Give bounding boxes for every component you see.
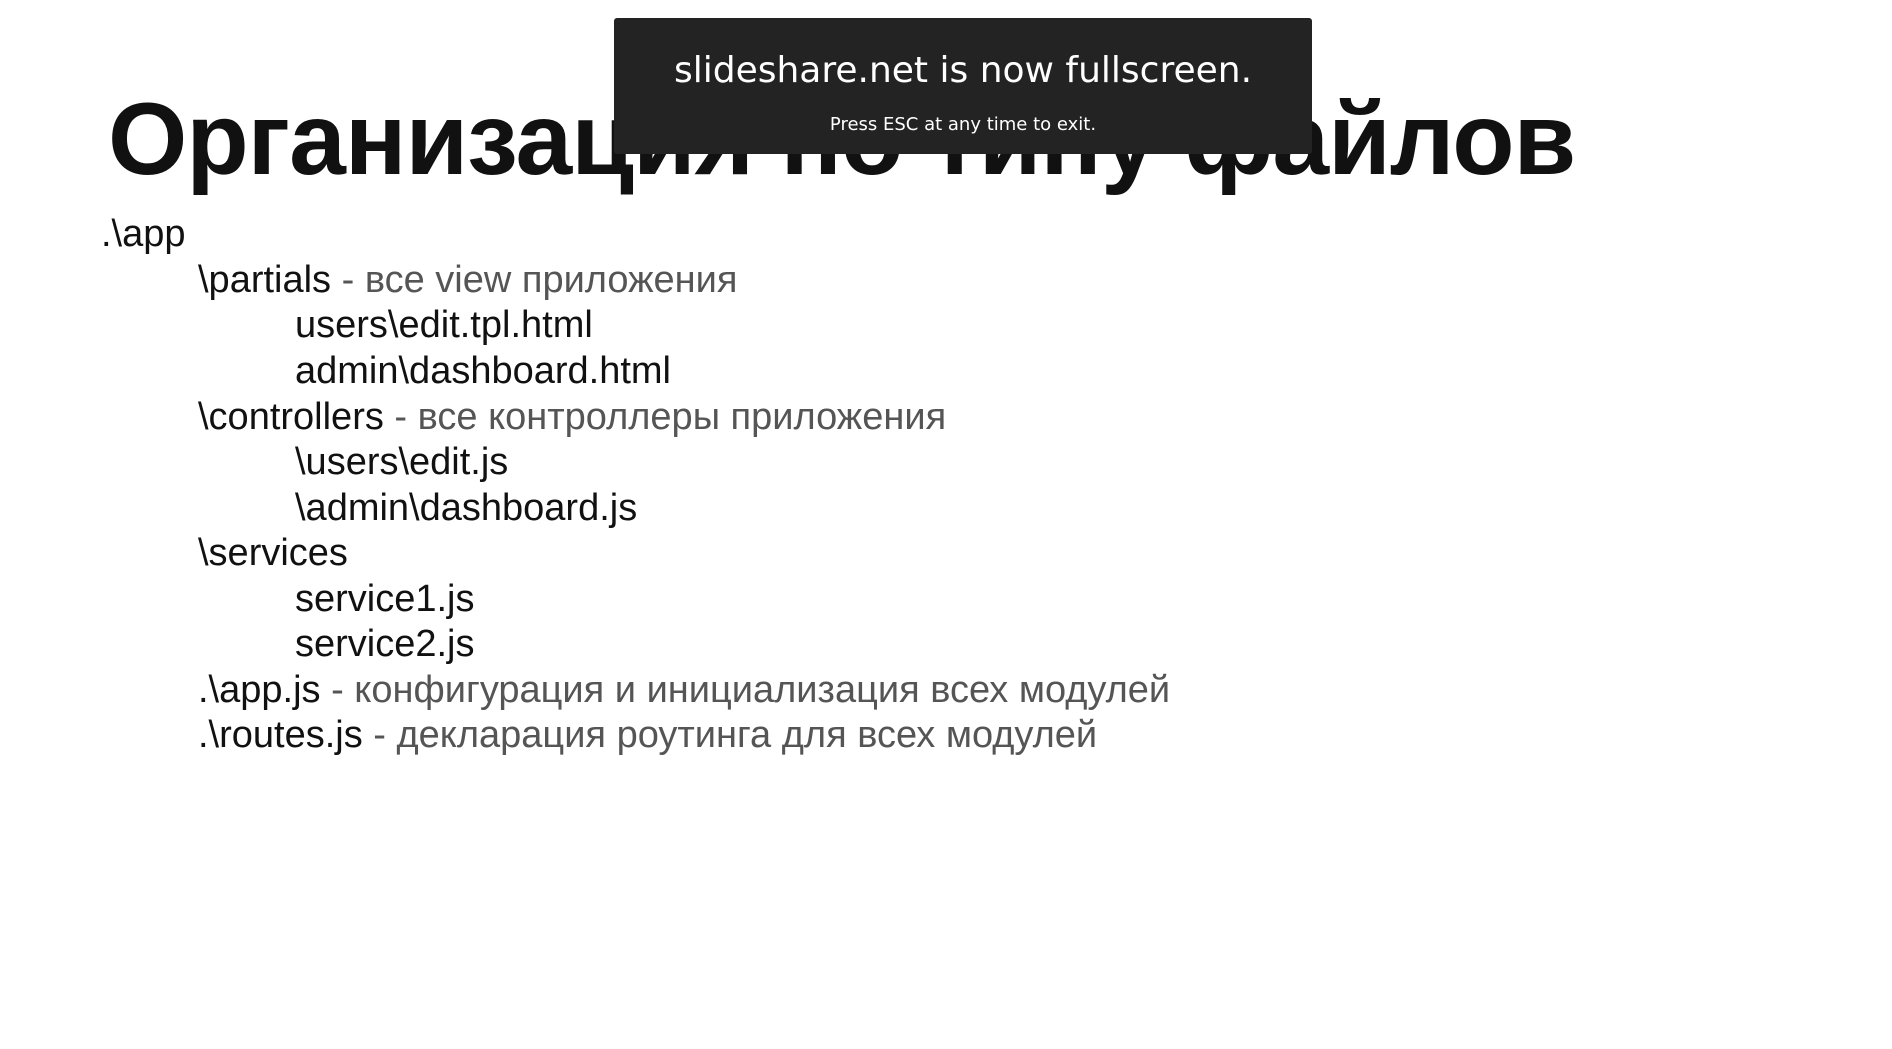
tree-line-app-js: .\app.js - конфигурация и инициализация …	[198, 668, 1170, 712]
tree-path: \admin\dashboard.js	[295, 487, 638, 529]
tree-description: - декларация роутинга для всех модулей	[362, 714, 1098, 756]
tree-line-app: .\app	[101, 212, 186, 256]
tree-path: service1.js	[295, 578, 475, 620]
tree-description: - все view приложения	[331, 259, 738, 301]
tree-path: \controllers	[198, 396, 395, 438]
tree-line-service1: service1.js	[295, 577, 475, 621]
tree-path: .\app	[101, 213, 186, 255]
fullscreen-notice: slideshare.net is now fullscreen. Press …	[614, 18, 1312, 154]
tree-line-service2: service2.js	[295, 622, 475, 666]
tree-line-partials: \partials - все view приложения	[198, 258, 737, 302]
tree-line-admin-dashboard-js: \admin\dashboard.js	[295, 486, 637, 530]
tree-line-users-edit-js: \users\edit.js	[295, 440, 508, 484]
tree-line-admin-dashboard-html: admin\dashboard.html	[295, 349, 671, 393]
slide: Организация по типу файлов .\app \partia…	[0, 0, 1892, 1049]
tree-line-users-edit-tpl: users\edit.tpl.html	[295, 303, 593, 347]
tree-path: .\app.js	[198, 669, 321, 711]
tree-path: service2.js	[295, 623, 475, 665]
tree-path: \partials	[198, 259, 332, 301]
fullscreen-notice-title: slideshare.net is now fullscreen.	[673, 50, 1253, 91]
tree-path: \services	[198, 532, 348, 574]
tree-description: - все контроллеры приложения	[394, 396, 947, 438]
tree-path: users\edit.tpl.html	[295, 304, 593, 346]
tree-path: admin\dashboard.html	[295, 350, 671, 392]
tree-path: .\routes.js	[198, 714, 363, 756]
tree-description: - конфигурация и инициализация всех моду…	[320, 669, 1171, 711]
tree-line-services: \services	[198, 531, 348, 575]
tree-line-routes-js: .\routes.js - декларация роутинга для вс…	[198, 713, 1097, 757]
tree-line-controllers: \controllers - все контроллеры приложени…	[198, 395, 946, 439]
tree-path: \users\edit.js	[295, 441, 509, 483]
fullscreen-notice-subtitle: Press ESC at any time to exit.	[829, 114, 1097, 135]
